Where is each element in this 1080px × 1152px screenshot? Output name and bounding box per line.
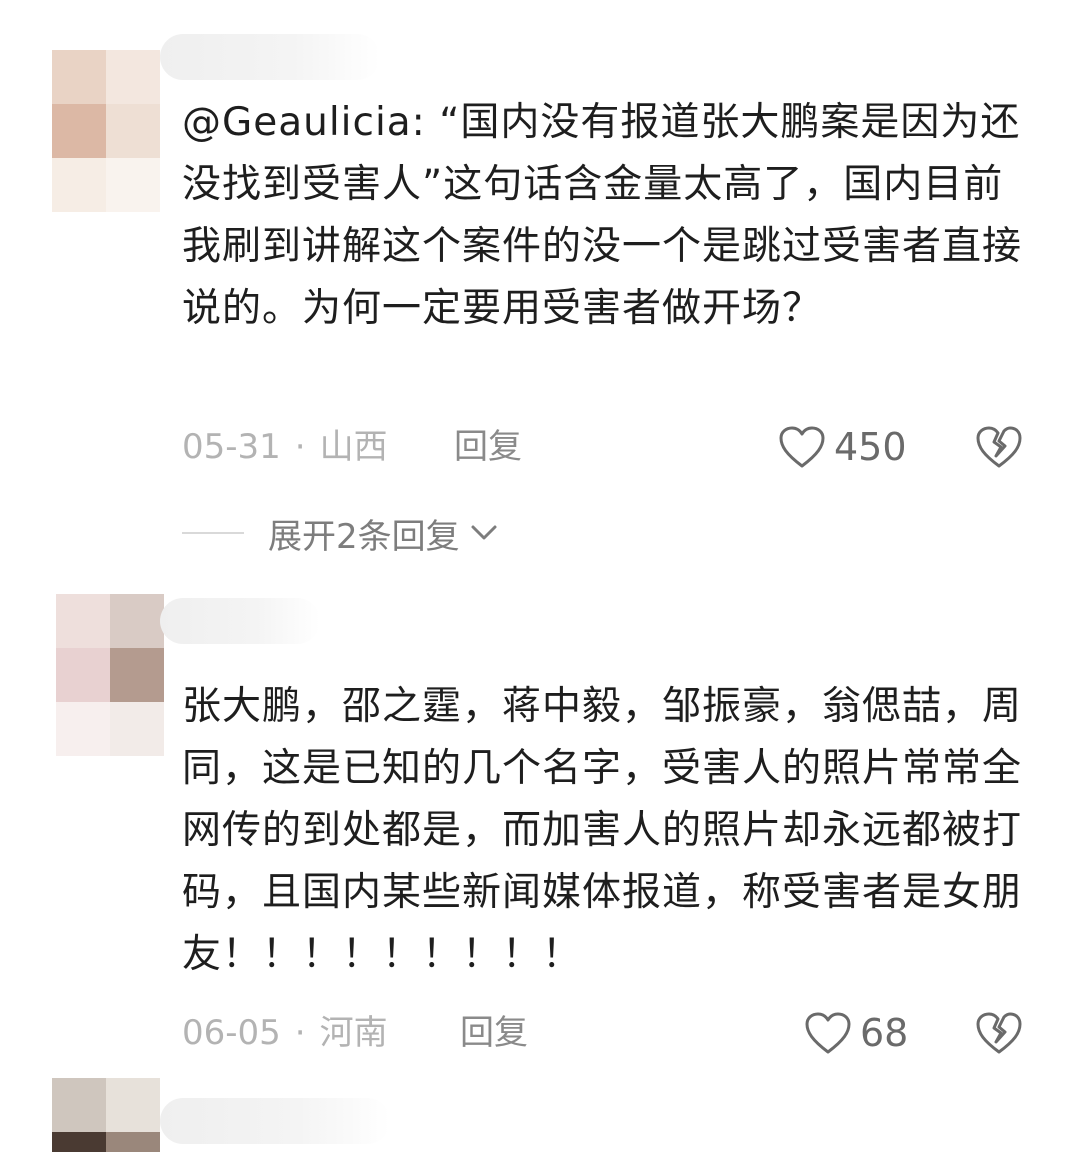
reply-button[interactable]: 回复: [454, 422, 522, 472]
heart-outline-icon: [779, 426, 825, 468]
username[interactable]: [160, 34, 380, 80]
like-button[interactable]: 68: [804, 1008, 908, 1058]
username[interactable]: [160, 1098, 390, 1144]
like-button[interactable]: 450: [778, 422, 907, 472]
comment-text: 张大鹏，邵之霆，蒋中毅，邹振豪，翁偲喆，周同，这是已知的几个名字，受害人的照片常…: [182, 684, 1023, 977]
chevron-down-icon: [471, 525, 497, 540]
broken-heart-icon[interactable]: [974, 1008, 1024, 1058]
expand-replies-button[interactable]: 展开2条回复: [182, 508, 498, 558]
expand-replies-label: 展开2条回复: [268, 516, 460, 557]
like-count: 68: [860, 1011, 909, 1055]
comment-location: 山西: [319, 427, 388, 467]
broken-heart-icon[interactable]: [974, 422, 1024, 472]
avatar[interactable]: [52, 50, 164, 212]
comment-date: 05-31: [182, 427, 281, 467]
reply-button[interactable]: 回复: [460, 1008, 528, 1058]
comment-item: 张大鹏，邵之霆，蒋中毅，邹振豪，翁偲喆，周同，这是已知的几个名字，受害人的照片常…: [0, 580, 1080, 1080]
comment-item: @Geaulicia: “国内没有报道张大鹏案是因为还没找到受害人”这句话含金量…: [0, 0, 1080, 580]
divider: [182, 532, 244, 534]
comment-text: @Geaulicia: “国内没有报道张大鹏案是因为还没找到受害人”这句话含金量…: [182, 100, 1023, 331]
avatar[interactable]: [52, 1078, 164, 1152]
heart-outline-icon: [805, 1012, 851, 1054]
username[interactable]: [160, 598, 320, 644]
comment-meta: 05-31 · 山西: [182, 422, 388, 472]
like-count: 450: [834, 425, 907, 469]
avatar[interactable]: [56, 594, 164, 756]
comment-item: [0, 1078, 1080, 1152]
comment-location: 河南: [319, 1013, 388, 1053]
comment-date: 06-05: [182, 1013, 281, 1053]
comment-meta: 06-05 · 河南: [182, 1008, 388, 1058]
